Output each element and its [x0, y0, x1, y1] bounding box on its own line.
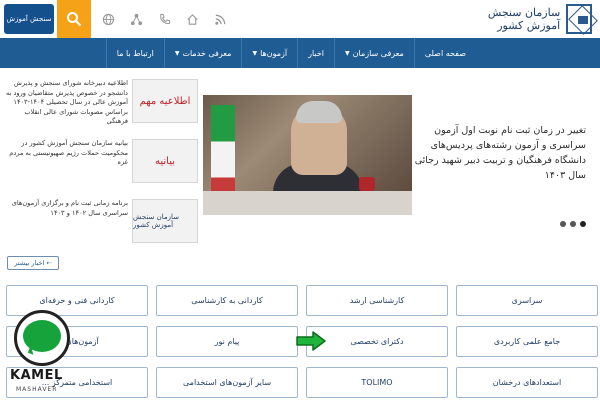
list-item[interactable]: بیانیه بیانیه سازمان سنجش آموزش کشور در … — [0, 137, 200, 197]
news-title[interactable]: بیانیه سازمان سنجش آموزش کشور در محکومیت… — [4, 139, 128, 168]
slider-dot-active[interactable] — [580, 221, 586, 227]
search-button[interactable] — [57, 0, 91, 38]
watermark-brand: KAMEL — [10, 368, 63, 383]
nav-item-about[interactable]: معرفی سازمان ▼ — [334, 38, 414, 68]
network-icon[interactable] — [128, 11, 144, 27]
globe-icon[interactable] — [100, 11, 116, 27]
exam-link[interactable]: جامع علمی کاربردی — [456, 326, 598, 357]
watermark-logo: KAMEL MASHAVER — [8, 310, 76, 405]
news-thumbnail[interactable]: بیانیه — [132, 139, 198, 183]
exam-link[interactable]: استعدادهای درخشان — [456, 367, 598, 398]
home-icon[interactable] — [184, 11, 200, 27]
slide-image[interactable] — [203, 95, 412, 215]
search-icon — [67, 12, 82, 27]
news-title[interactable]: برنامه زمانی ثبت نام و برگزاری آزمون‌های… — [4, 199, 128, 218]
hair-shape — [296, 101, 342, 123]
news-title[interactable]: اطلاعیه دبیرخانه شورای سنجش و پذیرش دانش… — [4, 79, 128, 127]
chevron-down-icon: ▼ — [174, 49, 180, 57]
logo-mark-icon — [566, 4, 592, 34]
chevron-down-icon: ▼ — [345, 49, 350, 57]
exam-link[interactable]: سراسری — [456, 285, 598, 316]
exam-link[interactable]: کاردانی به کارشناسی — [156, 285, 298, 316]
nav-item-exams[interactable]: آزمون‌ها ▼ — [241, 38, 297, 68]
nav-item-contact[interactable]: ارتباط با ما — [105, 38, 164, 68]
news-thumbnail[interactable]: اطلاعیه مهم — [132, 79, 198, 123]
more-news-button[interactable]: ⇠ اخبار بیشتر — [7, 256, 59, 270]
arrow-left-icon: ⇠ — [44, 259, 52, 267]
exam-link[interactable]: کارشناسی ارشد — [306, 285, 448, 316]
exam-link-phd[interactable]: دکترای تخصصی — [306, 326, 448, 357]
chevron-down-icon: ▼ — [252, 49, 258, 57]
list-item[interactable]: اطلاعیه مهم اطلاعیه دبیرخانه شورای سنجش … — [0, 77, 200, 137]
emblem-logo[interactable]: سنجش آموزش — [4, 4, 54, 34]
site-logo[interactable]: سازمان سنجش آموزش کشور — [452, 3, 592, 35]
exam-link[interactable]: TOLIMO — [306, 367, 448, 398]
chat-bubble-icon — [23, 320, 61, 352]
nav-item-home[interactable]: صفحه اصلی — [413, 38, 476, 68]
slider-dots — [560, 221, 586, 227]
rss-icon[interactable] — [212, 11, 228, 27]
slide-caption[interactable]: تغییر در زمان ثبت نام نوبت اول آزمون سرا… — [408, 123, 586, 183]
list-item[interactable]: سازمان سنجش آموزش کشور برنامه زمانی ثبت … — [0, 197, 200, 257]
exam-link[interactable]: پیام نور — [156, 326, 298, 357]
news-thumbnail[interactable]: سازمان سنجش آموزش کشور — [132, 199, 198, 243]
slider-dot[interactable] — [560, 221, 566, 227]
watermark-sub: MASHAVER — [16, 386, 58, 393]
desk-shape — [203, 191, 412, 215]
site-header: سنجش آموزش سازمان سنجش آموزش کشور — [0, 0, 600, 38]
pointer-arrow-icon — [296, 331, 326, 351]
slider-dot[interactable] — [570, 221, 576, 227]
nav-item-services[interactable]: معرفی خدمات ▼ — [163, 38, 242, 68]
top-icons — [100, 11, 228, 27]
side-news-list: اطلاعیه مهم اطلاعیه دبیرخانه شورای سنجش … — [0, 77, 200, 257]
logo-text: سازمان سنجش آموزش کشور — [487, 6, 561, 32]
news-slider[interactable]: تغییر در زمان ثبت نام نوبت اول آزمون سرا… — [203, 95, 600, 215]
nav-item-news[interactable]: اخبار — [297, 38, 334, 68]
phone-icon[interactable] — [156, 11, 172, 27]
main-nav: صفحه اصلی معرفی سازمان ▼ اخبار آزمون‌ها ▼ … — [0, 38, 600, 68]
exam-link[interactable]: سایر آزمون‌های استخدامی — [156, 367, 298, 398]
microphone-shape — [359, 177, 375, 191]
